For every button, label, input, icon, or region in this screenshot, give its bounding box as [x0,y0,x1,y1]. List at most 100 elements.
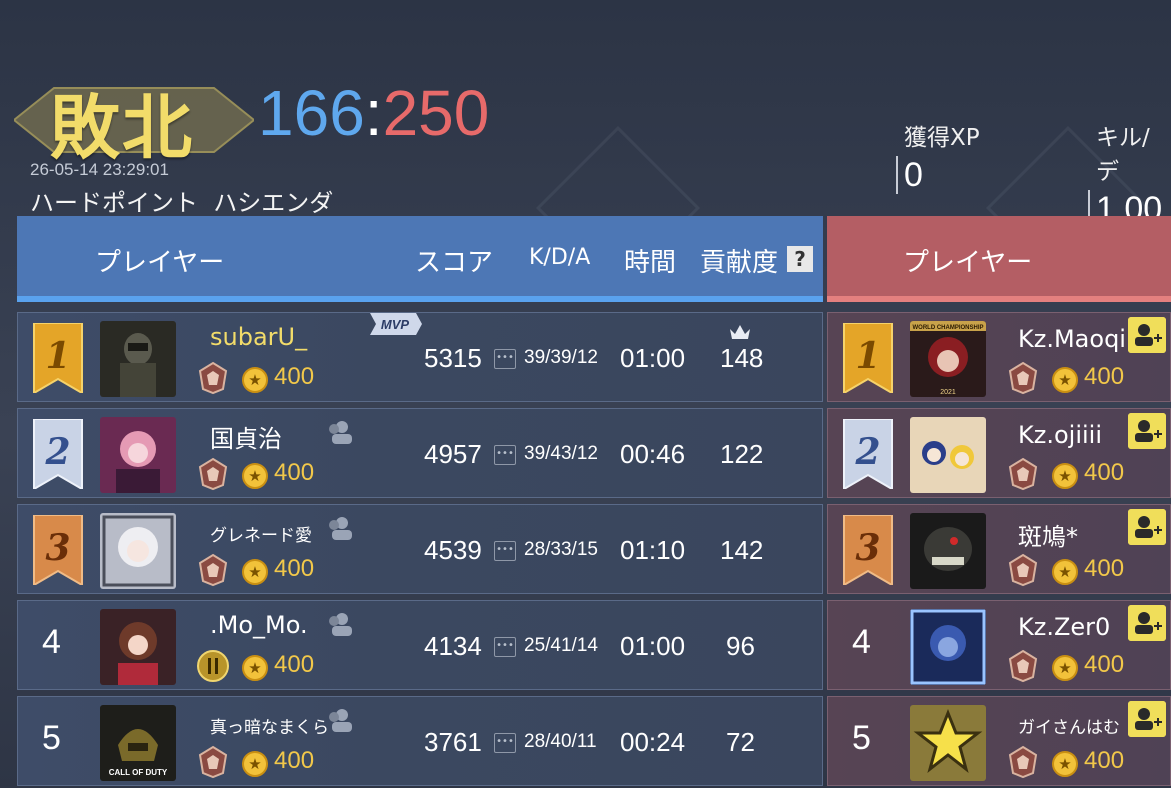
player-kda: 39/39/12 [524,347,598,368]
rank-number: 5 [42,719,61,757]
player-name: subarU_ [210,323,308,351]
stat-value: 0 [896,156,980,194]
rank-emblem-icon [1008,553,1038,587]
coin-icon: ★ [1052,367,1078,393]
player-row[interactable]: 1 MVP subarU_ ★ 400 5315 ••• 39/39/12 01… [17,312,823,402]
coin-icon: ★ [242,463,268,489]
coin-value: 400 [1084,651,1125,678]
player-score: 5315 [424,343,482,373]
rank-emblem-icon [1008,457,1038,491]
column-player: プレイヤー [95,248,225,278]
red-team-header: プレイヤー [827,216,1171,302]
coin-icon: ★ [242,655,268,681]
coin-icon: ★ [242,751,268,777]
player-time: 01:10 [620,535,686,565]
chat-icon[interactable]: ••• [494,733,516,753]
player-name: .Mo_Mo. [210,611,308,639]
final-score: 166:250 [258,76,489,150]
rank-emblem-icon [1008,649,1038,683]
player-row[interactable]: 4 .Mo_Mo. ★ 400 4134 ••• 25/41/14 01:00 … [17,600,823,690]
rank-number: 2 [44,431,70,473]
player-name: 斑鳩* [1018,523,1078,551]
coin-value: 400 [1084,363,1125,390]
player-name: 国貞治 [210,425,282,453]
player-row[interactable]: 2 国貞治 ★ 400 4957 ••• 39/43/12 00:46 122 [17,408,823,498]
add-friend-button[interactable] [1128,413,1166,449]
enemy-player-row[interactable]: 2 Kz.ojiiii ★ 400 [827,408,1171,498]
add-friend-button[interactable] [1128,509,1166,545]
player-kda: 39/43/12 [524,443,598,464]
kd-stat: キル/デ 1.00 [1088,118,1171,228]
player-score: 4957 [424,439,482,469]
svg-text:MVP: MVP [381,317,410,332]
party-member-icon [329,613,352,636]
help-icon[interactable]: ? [787,246,813,272]
chat-icon[interactable]: ••• [494,445,516,465]
cartoon-girls-avatar-icon [910,417,986,493]
chat-icon[interactable]: ••• [494,637,516,657]
rank-number: 3 [855,527,880,569]
chat-icon[interactable]: ••• [494,541,516,561]
monster-avatar-icon [910,513,986,589]
rank-number: 4 [42,623,61,661]
silver-rank-banner-icon: 2 [843,419,893,489]
coin-icon: ★ [1052,463,1078,489]
coin-value: 400 [1084,555,1125,582]
stat-label: キル/デ [1096,125,1150,185]
add-friend-button[interactable] [1128,605,1166,641]
player-time: 01:00 [620,343,686,373]
player-name: ガイさんはむ [1018,718,1120,738]
rank-number: 4 [852,623,871,661]
coin-value: 400 [274,747,315,774]
player-score: 4539 [424,535,482,565]
enemy-player-row[interactable]: 5 ガイさんはむ ★ 400 [827,696,1171,786]
enemy-player-row[interactable]: 3 斑鳩* ★ 400 [827,504,1171,594]
rank-emblem-icon [198,361,228,395]
player-row[interactable]: 5 CALL OF DUTY 真っ暗なまくら ★ 400 3761 ••• 28… [17,696,823,786]
gold-rank-banner-icon: 1 [33,323,83,393]
sheriff-star-avatar-icon [910,705,986,781]
player-contribution: 148 [720,343,764,373]
column-player: プレイヤー [903,248,1033,278]
column-kda: K/D/A [529,245,591,270]
player-kda: 28/33/15 [524,539,598,560]
xp-stat: 獲得XP 0 [896,118,980,194]
rank-number: 3 [45,527,70,569]
rank-number: 1 [855,335,880,377]
add-friend-button[interactable] [1128,317,1166,353]
rank-emblem-icon [1008,361,1038,395]
player-kda: 28/40/11 [524,731,597,752]
player-contribution: 122 [720,439,764,469]
enemy-player-row[interactable]: 4 Kz.Zer0 ★ 400 [827,600,1171,690]
column-score: スコア [415,248,494,278]
player-name: グレネード愛 [210,526,312,546]
coin-icon: ★ [242,559,268,585]
coin-value: 400 [274,651,315,678]
soldier-avatar-icon [100,321,176,397]
column-contribution: 貢献度 [700,248,779,278]
crown-icon [730,325,750,339]
white-hair-girl-avatar-icon [100,513,176,589]
coin-icon: ★ [1052,655,1078,681]
coin-value: 400 [274,363,315,390]
blue-soldier-avatar-icon [910,609,986,685]
column-time: 時間 [624,248,677,278]
rank-number: 2 [854,431,880,473]
player-row[interactable]: 3 グレネード愛 ★ 400 4539 ••• 28/33/15 01:10 1… [17,504,823,594]
stat-label: 獲得XP [904,125,980,151]
coin-value: 400 [274,555,315,582]
mode-and-map: ハードポイント ハシエンダ [30,189,334,217]
player-time: 01:00 [620,631,686,661]
player-contribution: 96 [726,631,755,661]
coin-value: 400 [1084,459,1125,486]
enemy-player-row[interactable]: 1 WORLD CHAMPIONSHIP 2021 Kz.Maoqi ★ 400 [827,312,1171,402]
player-name: 真っ暗なまくら [210,718,329,738]
rank-number: 5 [852,719,871,757]
party-member-icon [329,709,352,732]
rank-emblem-icon [198,553,228,587]
coin-value: 400 [274,459,315,486]
rank-number: 1 [45,335,70,377]
add-friend-button[interactable] [1128,701,1166,737]
chat-icon[interactable]: ••• [494,349,516,369]
blue-team-score: 166 [258,77,365,149]
